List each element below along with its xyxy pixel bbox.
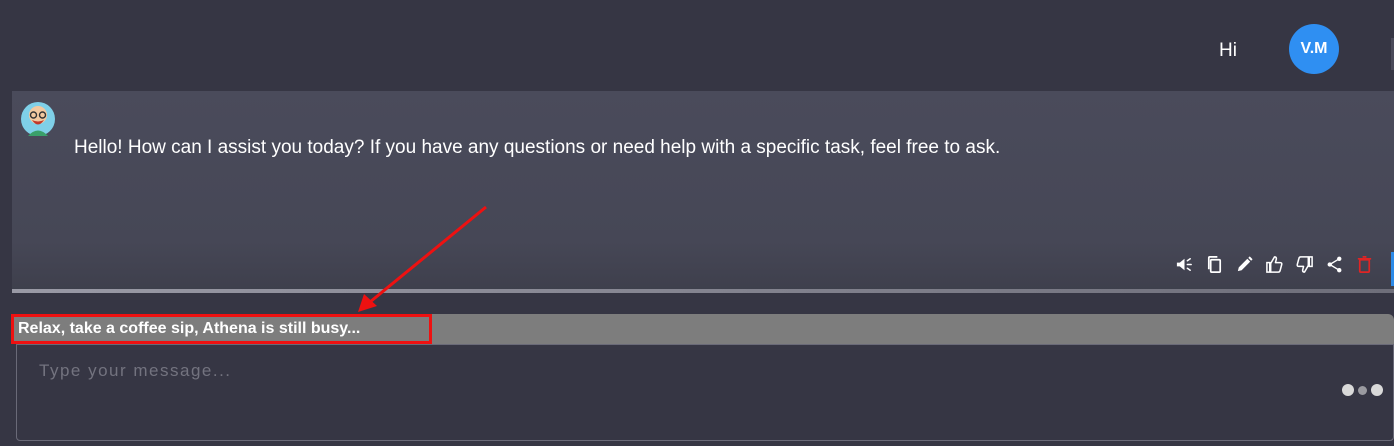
thumbs-down-icon[interactable]	[1292, 252, 1316, 276]
greeting-text: Hi	[1219, 40, 1237, 61]
typing-dot	[1358, 385, 1367, 395]
copy-icon[interactable]	[1202, 252, 1226, 276]
message-text: Hello! How can I assist you today? If yo…	[74, 137, 1001, 158]
user-avatar[interactable]: V.M	[1289, 24, 1339, 74]
thumbs-up-icon[interactable]	[1262, 252, 1286, 276]
share-icon[interactable]	[1322, 252, 1346, 276]
message-input[interactable]	[17, 345, 1393, 440]
top-bar: Hi V.M	[0, 0, 1394, 90]
bot-avatar-icon	[20, 101, 56, 137]
composer	[16, 344, 1394, 441]
speaker-icon[interactable]	[1172, 252, 1196, 276]
user-initials: V.M	[1300, 40, 1328, 57]
status-text: Relax, take a coffee sip, Athena is stil…	[18, 320, 361, 337]
typing-dot	[1371, 384, 1383, 396]
typing-indicator	[1342, 384, 1387, 396]
message-divider	[12, 289, 1394, 293]
edit-icon[interactable]	[1232, 252, 1256, 276]
delete-icon[interactable]	[1352, 252, 1376, 276]
typing-dot	[1342, 384, 1354, 396]
message-actions	[1172, 252, 1382, 276]
